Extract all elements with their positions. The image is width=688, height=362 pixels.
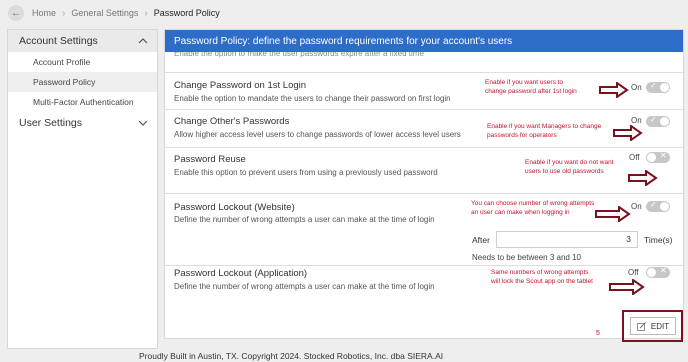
annotation-arrow-icon	[599, 82, 629, 98]
annotation-highlight-box: EDIT	[622, 310, 683, 342]
sidebar-item-password-policy[interactable]: Password Policy	[8, 72, 157, 92]
breadcrumb-current: Password Policy	[153, 8, 220, 18]
setting-description: Enable this option to prevent users from…	[174, 168, 438, 177]
toggle-state-label: Off	[628, 268, 639, 277]
toggle-state-label: Off	[629, 153, 640, 162]
setting-title: Password Lockout (Application)	[174, 268, 308, 279]
setting-row-password-reuse: Password Reuse Enable this option to pre…	[165, 147, 685, 193]
lockout-suffix: Time(s)	[644, 235, 673, 245]
toggle-state-label: On	[631, 116, 642, 125]
annotation-note: Enable if you want Managers to change pas…	[487, 123, 602, 139]
toggle-switch[interactable]: ✓	[646, 115, 670, 127]
chevron-up-icon	[138, 38, 148, 44]
toggle-switch[interactable]: ✕	[646, 266, 670, 278]
edit-button-label: EDIT	[650, 321, 670, 331]
password-policy-panel: Password Policy: define the password req…	[164, 29, 685, 342]
sidebar: Account Settings Account Profile Passwor…	[7, 29, 158, 349]
chevron-down-icon	[138, 120, 148, 126]
cut-off-description: Enable the option to make the user passw…	[174, 52, 424, 58]
setting-row-change-password-first-login: Change Password on 1st Login Enable the …	[165, 72, 685, 109]
sidebar-section-label: User Settings	[19, 117, 83, 129]
setting-title: Password Lockout (Website)	[174, 202, 295, 213]
lockout-hint: Needs to be between 3 and 10	[472, 253, 581, 262]
toggle-switch[interactable]: ✕	[646, 151, 670, 163]
annotation-note: You can choose number of wrong attempts a…	[471, 200, 595, 216]
annotation-step-number: 5	[596, 330, 600, 337]
footer-text: Proudly Built in Austin, TX. Copyright 2…	[139, 351, 444, 361]
annotation-note: Enable if you want users to change passwo…	[485, 79, 577, 95]
setting-description: Enable the option to mandate the users t…	[174, 94, 451, 103]
toggle-switch[interactable]: ✓	[646, 81, 670, 93]
toggle-switch[interactable]: ✓	[646, 200, 670, 212]
setting-row-change-others-passwords: Change Other's Passwords Allow higher ac…	[165, 109, 685, 147]
annotation-note: Enable if you want do not want users to u…	[525, 159, 614, 175]
annotation-note: Same numbers of wrong attempts will lock …	[491, 269, 593, 285]
setting-row-password-lockout-website: Password Lockout (Website) Define the nu…	[165, 193, 685, 265]
setting-title: Password Reuse	[174, 154, 246, 165]
sidebar-item-account-profile[interactable]: Account Profile	[8, 52, 157, 72]
annotation-arrow-icon	[595, 206, 631, 222]
setting-description: Define the number of wrong attempts a us…	[174, 282, 435, 291]
toggle-state-label: On	[631, 202, 642, 211]
breadcrumb: ← Home › General Settings › Password Pol…	[0, 0, 688, 26]
sidebar-section-user-settings[interactable]: User Settings	[8, 112, 157, 134]
sidebar-section-account-settings[interactable]: Account Settings	[8, 30, 157, 52]
lockout-prefix: After	[472, 235, 490, 245]
lockout-attempts-input[interactable]: 3	[496, 231, 638, 248]
breadcrumb-general-settings[interactable]: General Settings	[71, 8, 138, 18]
chevron-right-icon: ›	[62, 7, 66, 19]
toggle-state-label: On	[631, 83, 642, 92]
setting-title: Change Other's Passwords	[174, 116, 290, 127]
arrow-left-icon[interactable]: ←	[8, 5, 24, 21]
annotation-arrow-icon	[628, 170, 658, 186]
chevron-right-icon: ›	[144, 7, 148, 19]
breadcrumb-home[interactable]: Home	[32, 8, 56, 18]
sidebar-item-mfa[interactable]: Multi-Factor Authentication	[8, 92, 157, 112]
setting-title: Change Password on 1st Login	[174, 80, 307, 91]
setting-description: Define the number of wrong attempts a us…	[174, 215, 435, 224]
edit-icon	[636, 321, 646, 331]
setting-row-password-lockout-application: Password Lockout (Application) Define th…	[165, 265, 685, 305]
edit-button[interactable]: EDIT	[630, 317, 676, 335]
annotation-arrow-icon	[613, 125, 643, 141]
setting-description: Allow higher access level users to chang…	[174, 130, 461, 139]
annotation-arrow-icon	[609, 279, 645, 295]
panel-title: Password Policy: define the password req…	[165, 30, 683, 52]
sidebar-section-label: Account Settings	[19, 35, 98, 47]
